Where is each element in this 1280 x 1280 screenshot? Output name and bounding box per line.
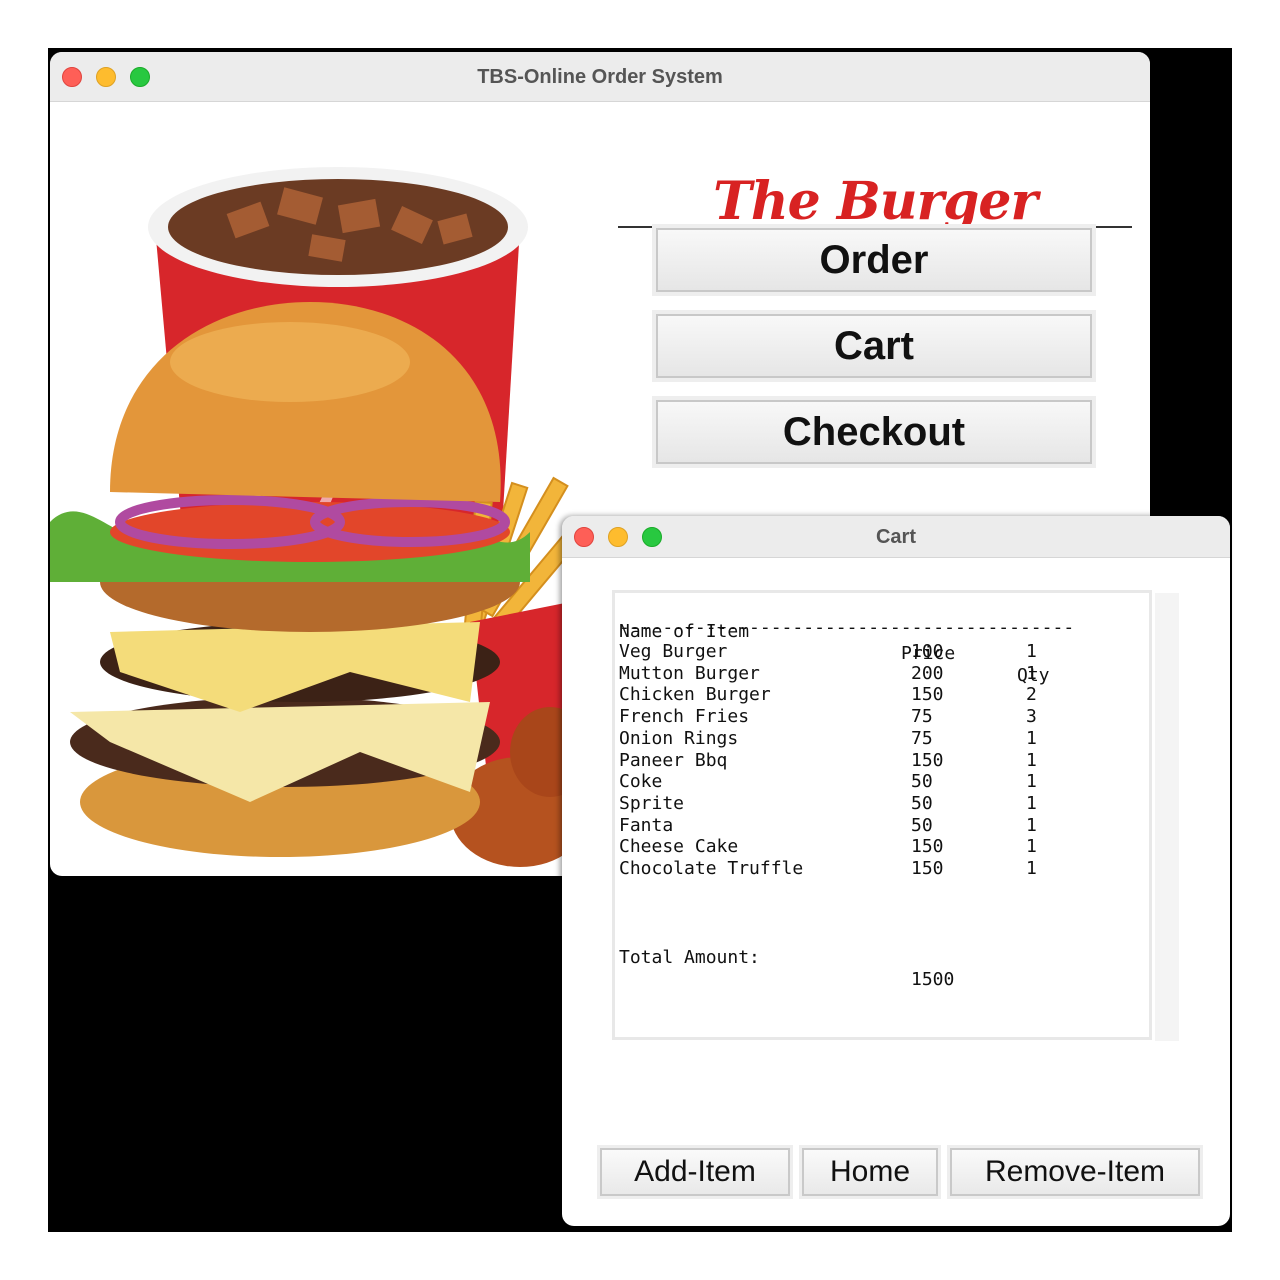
item-name: Chicken Burger [619,684,771,706]
table-row: Veg Burger 100 1 [615,641,1135,663]
item-qty: 1 [1026,792,1037,814]
cart-header-row: Name of Item Price Qty [615,599,1135,686]
table-row: Paneer Bbq 150 1 [615,750,1135,772]
item-price: 100 [911,641,944,662]
item-qty: 3 [1026,706,1037,728]
table-row: Sprite 50 1 [615,793,1135,815]
table-row: Mutton Burger 200 1 [615,663,1135,685]
item-qty: 1 [1026,858,1037,879]
item-qty: 2 [1026,684,1037,706]
cart-text-area[interactable]: Name of Item Price Qty -----------------… [612,590,1179,1041]
item-qty: 1 [1026,836,1037,858]
item-qty: 1 [1026,771,1037,793]
main-window-title: TBS-Online Order System [477,66,723,88]
item-qty: 1 [1026,727,1037,749]
item-price: 150 [911,836,944,858]
separator-line: ----------------------------------------… [619,619,1075,637]
add-item-button[interactable]: Add-Item [600,1148,790,1196]
total-row: Total Amount: 1500 [615,925,1135,990]
cart-window-title: Cart [875,526,916,548]
total-value: 1500 [911,969,955,990]
item-price: 200 [911,662,944,684]
item-name: Chocolate Truffle [619,858,804,879]
item-name: Mutton Burger [619,662,760,684]
table-row: Onion Rings 75 1 [615,728,1135,750]
cart-button[interactable]: Cart [656,314,1092,378]
item-price: 75 [911,706,933,728]
item-qty: 1 [1026,662,1037,684]
item-name: Fanta [619,814,674,836]
home-button[interactable]: Home [802,1148,938,1196]
item-qty: 1 [1026,814,1037,836]
food-image [50,167,570,867]
table-row: Fanta 50 1 [615,815,1135,837]
table-row: Coke 50 1 [615,771,1135,793]
order-button[interactable]: Order [656,228,1092,292]
main-titlebar[interactable]: TBS-Online Order System [50,52,1150,102]
item-price: 150 [911,858,944,879]
item-price: 75 [911,727,933,749]
table-row: French Fries 75 3 [615,706,1135,728]
item-name: Veg Burger [619,641,728,662]
item-name: Sprite [619,792,685,814]
item-price: 50 [911,771,933,793]
total-label: Total Amount: [619,947,760,968]
item-name: Paneer Bbq [619,749,728,771]
table-row: Chocolate Truffle 150 1 [615,858,1135,880]
table-row: Cheese Cake 150 1 [615,836,1135,858]
item-price: 50 [911,814,933,836]
item-name: French Fries [619,706,750,728]
item-qty: 1 [1026,749,1037,771]
brand-title: The Burger Surfer [618,172,1132,292]
cart-titlebar[interactable]: Cart [562,516,1230,558]
item-name: Cheese Cake [619,836,739,858]
item-qty: 1 [1026,641,1037,662]
item-price: 150 [911,684,944,706]
cart-window: Cart Name of Item Price Qty ------------… [562,516,1230,1226]
scrollbar[interactable] [1155,593,1179,1041]
table-row: Chicken Burger 150 2 [615,684,1135,706]
item-name: Onion Rings [619,727,739,749]
item-price: 150 [911,749,944,771]
remove-item-button[interactable]: Remove-Item [950,1148,1200,1196]
item-price: 50 [911,792,933,814]
item-name: Coke [619,771,663,793]
checkout-button[interactable]: Checkout [656,400,1092,464]
